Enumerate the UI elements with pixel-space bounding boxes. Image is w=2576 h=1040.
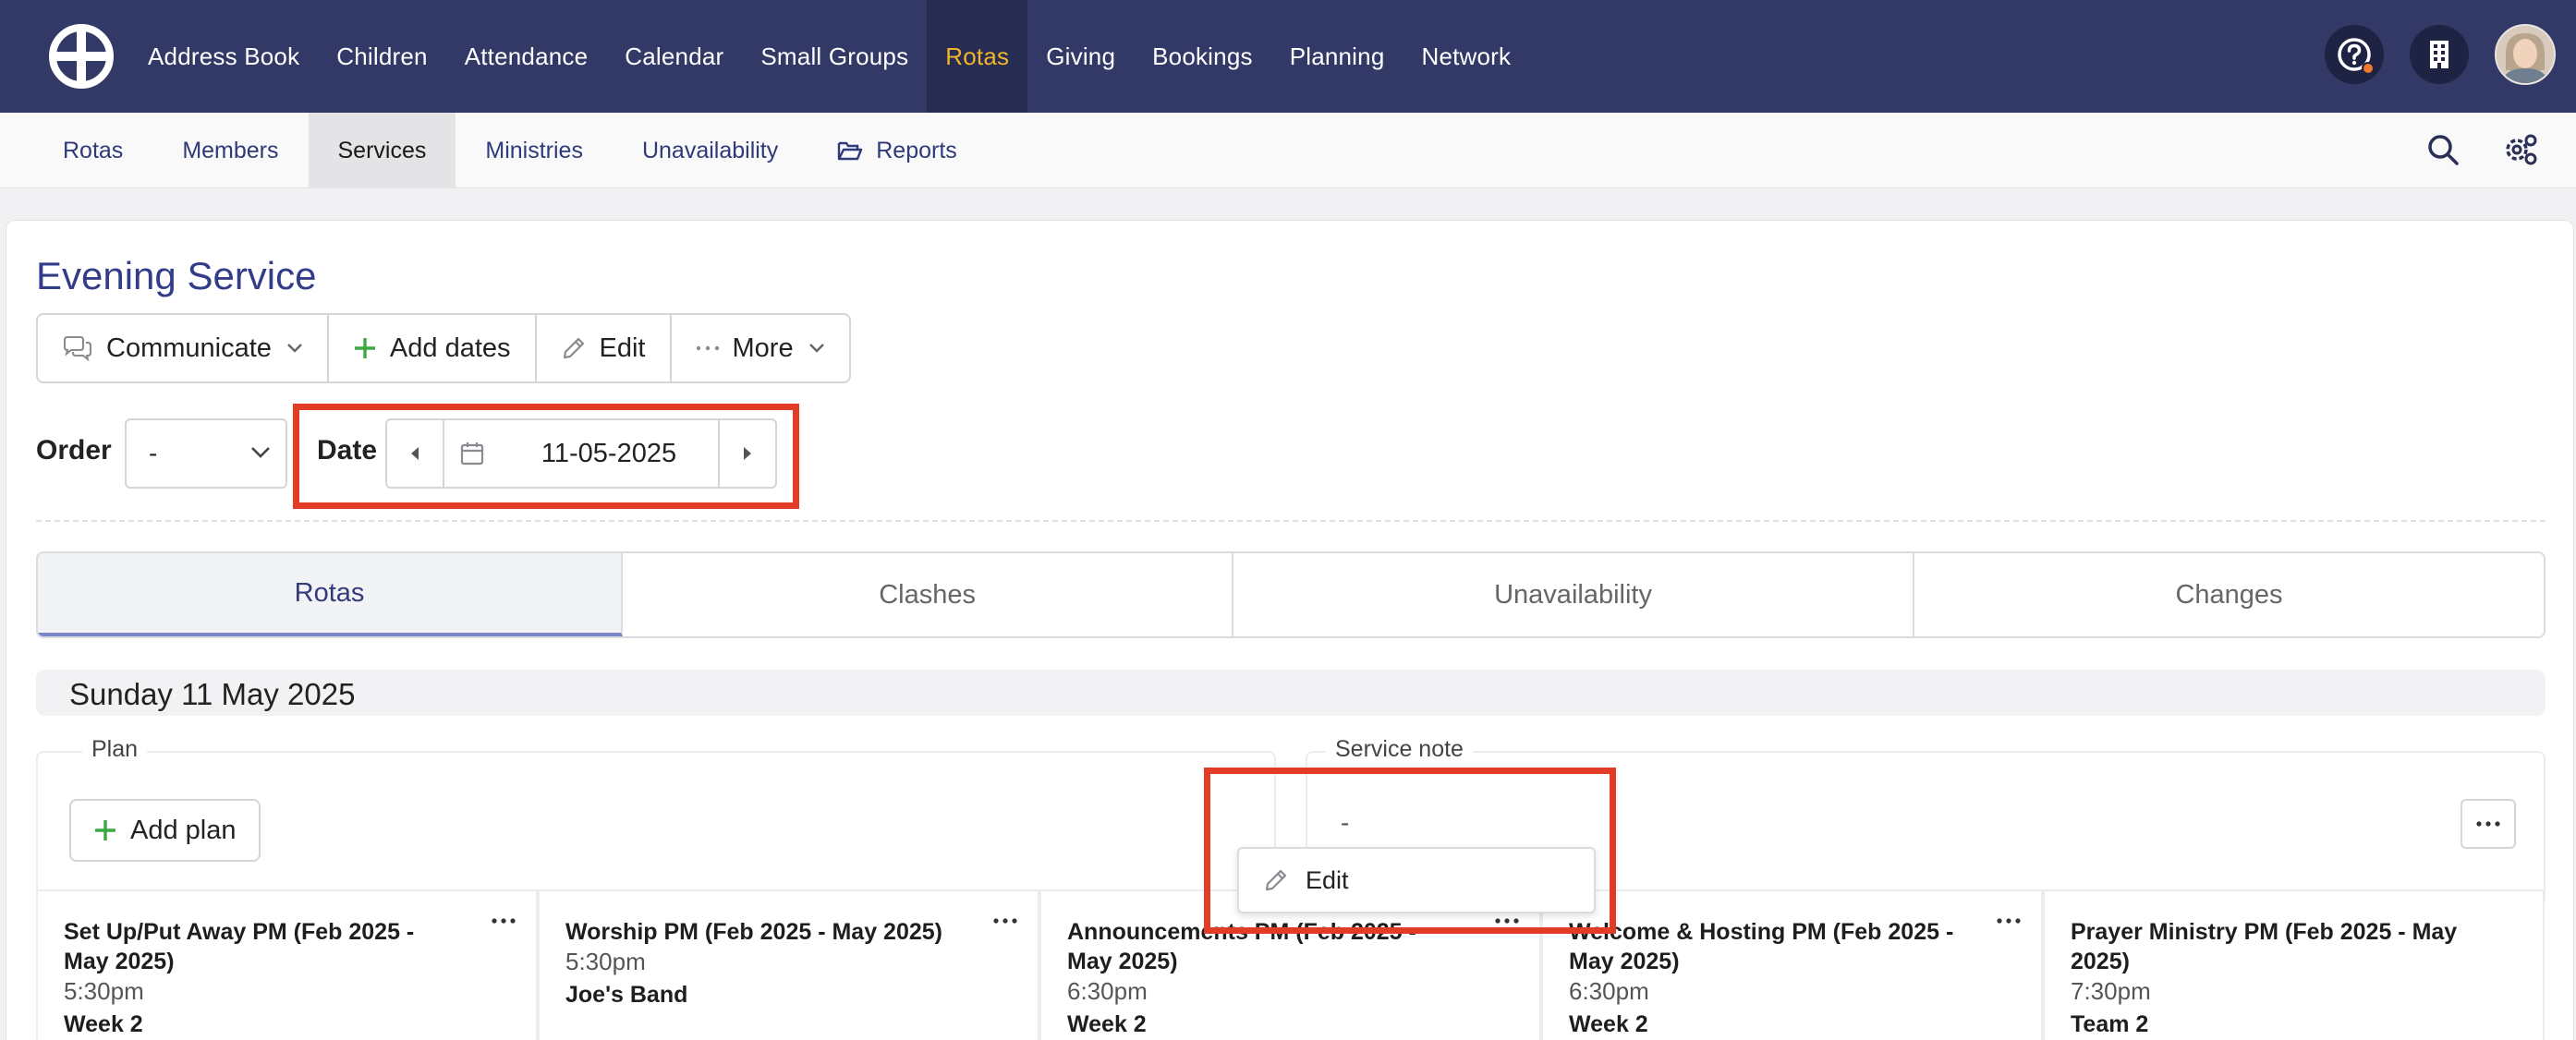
date-highlight-box <box>293 404 799 509</box>
subnav-reports[interactable]: Reports <box>808 113 987 188</box>
chat-icon <box>64 336 91 361</box>
subnav-rotas[interactable]: Rotas <box>33 113 152 188</box>
user-avatar[interactable] <box>2495 24 2556 85</box>
order-select[interactable]: - <box>125 418 287 489</box>
rota-menu-icon[interactable] <box>492 917 516 925</box>
plan-label: Plan <box>82 736 148 763</box>
help-button[interactable] <box>2325 25 2384 84</box>
page-title: Evening Service <box>36 254 317 297</box>
settings-gears-icon[interactable] <box>2502 131 2539 168</box>
rota-team: Team 2 <box>2071 1011 2149 1037</box>
nav-planning[interactable]: Planning <box>1271 0 1403 113</box>
building-icon <box>2430 41 2448 68</box>
nav-giving[interactable]: Giving <box>1027 0 1134 113</box>
edit-button[interactable]: Edit <box>537 315 672 381</box>
logo-icon[interactable] <box>48 23 115 90</box>
rota-title: Welcome & Hosting PM (Feb 2025 - May 202… <box>1569 919 1954 974</box>
more-button[interactable]: More <box>672 315 849 381</box>
rota-menu-icon[interactable] <box>993 917 1017 925</box>
nav-rotas[interactable]: Rotas <box>927 0 1028 113</box>
rota-time: 6:30pm <box>1569 977 1649 1005</box>
toolbar: Communicate Add dates Edit More <box>36 313 851 383</box>
more-label: More <box>732 333 794 363</box>
add-plan-button[interactable]: Add plan <box>69 799 261 862</box>
pencil-icon <box>563 337 584 359</box>
top-nav: Address Book Children Attendance Calenda… <box>0 0 2576 113</box>
rota-card[interactable]: Welcome & Hosting PM (Feb 2025 - May 202… <box>1541 889 2043 1040</box>
menu-highlight-box <box>1204 768 1616 934</box>
chevron-down-icon <box>287 344 302 353</box>
rota-title: Set Up/Put Away PM (Feb 2025 - May 2025) <box>64 919 415 974</box>
rota-team: Joe's Band <box>565 982 688 1008</box>
rota-card[interactable]: Worship PM (Feb 2025 - May 2025) 5:30pm … <box>538 889 1039 1040</box>
nav-bookings[interactable]: Bookings <box>1134 0 1271 113</box>
subnav-members[interactable]: Members <box>152 113 308 188</box>
chevron-down-icon <box>808 344 824 353</box>
ellipsis-icon <box>696 345 719 351</box>
day-header: Sunday 11 May 2025 <box>36 670 2546 716</box>
ellipsis-icon <box>2476 821 2500 827</box>
nav-small-groups[interactable]: Small Groups <box>742 0 927 113</box>
tab-changes[interactable]: Changes <box>1914 553 2544 636</box>
sub-nav: Rotas Members Services Ministries Unavai… <box>0 113 2576 188</box>
notification-dot <box>2362 62 2375 75</box>
rota-time: 5:30pm <box>565 948 646 975</box>
rota-card[interactable]: Prayer Ministry PM (Feb 2025 - May 2025)… <box>2043 889 2545 1040</box>
communicate-label: Communicate <box>106 333 272 363</box>
nav-address-book[interactable]: Address Book <box>129 0 318 113</box>
tab-unavailability[interactable]: Unavailability <box>1233 553 1914 636</box>
order-label: Order <box>36 435 112 466</box>
rota-title: Prayer Ministry PM (Feb 2025 - May 2025) <box>2071 919 2458 974</box>
rota-team: Week 2 <box>1067 1011 1147 1037</box>
nav-calendar[interactable]: Calendar <box>606 0 742 113</box>
rota-title: Worship PM (Feb 2025 - May 2025) <box>565 919 942 945</box>
add-dates-button[interactable]: Add dates <box>329 315 537 381</box>
service-card: Evening Service Communicate Add dates Ed… <box>6 220 2574 1040</box>
subnav-unavailability[interactable]: Unavailability <box>613 113 808 188</box>
nav-attendance[interactable]: Attendance <box>446 0 607 113</box>
subnav-services[interactable]: Services <box>308 113 456 188</box>
add-dates-label: Add dates <box>389 333 511 363</box>
folder-open-icon <box>838 141 863 161</box>
service-note-more-button[interactable] <box>2461 799 2516 849</box>
rota-time: 5:30pm <box>64 977 144 1005</box>
main-nav: Address Book Children Attendance Calenda… <box>129 0 1529 113</box>
subnav-ministries[interactable]: Ministries <box>456 113 613 188</box>
tab-rotas[interactable]: Rotas <box>38 553 624 636</box>
edit-label: Edit <box>599 333 646 363</box>
plus-icon <box>95 820 115 840</box>
rota-team: Week 2 <box>64 1011 143 1037</box>
divider <box>36 520 2546 522</box>
subnav-reports-label: Reports <box>876 137 957 163</box>
nav-children[interactable]: Children <box>318 0 445 113</box>
day-heading: Sunday 11 May 2025 <box>69 677 356 711</box>
rota-menu-icon[interactable] <box>1997 917 2021 925</box>
add-plan-label: Add plan <box>130 815 237 845</box>
service-note-label: Service note <box>1326 736 1473 763</box>
tab-bar: Rotas Clashes Unavailability Changes <box>36 551 2546 638</box>
organisation-button[interactable] <box>2410 25 2469 84</box>
rota-time: 6:30pm <box>1067 977 1148 1005</box>
communicate-button[interactable]: Communicate <box>38 315 329 381</box>
rota-team: Week 2 <box>1569 1011 1648 1037</box>
chevron-down-icon <box>251 447 270 458</box>
rota-card[interactable]: Set Up/Put Away PM (Feb 2025 - May 2025)… <box>36 889 538 1040</box>
tab-clashes[interactable]: Clashes <box>623 553 1234 636</box>
order-value: - <box>149 439 158 467</box>
plan-section: Plan Add plan <box>36 736 1276 906</box>
plus-icon <box>354 338 375 358</box>
rota-time: 7:30pm <box>2071 977 2151 1005</box>
search-icon[interactable] <box>2424 131 2461 168</box>
nav-network[interactable]: Network <box>1403 0 1529 113</box>
